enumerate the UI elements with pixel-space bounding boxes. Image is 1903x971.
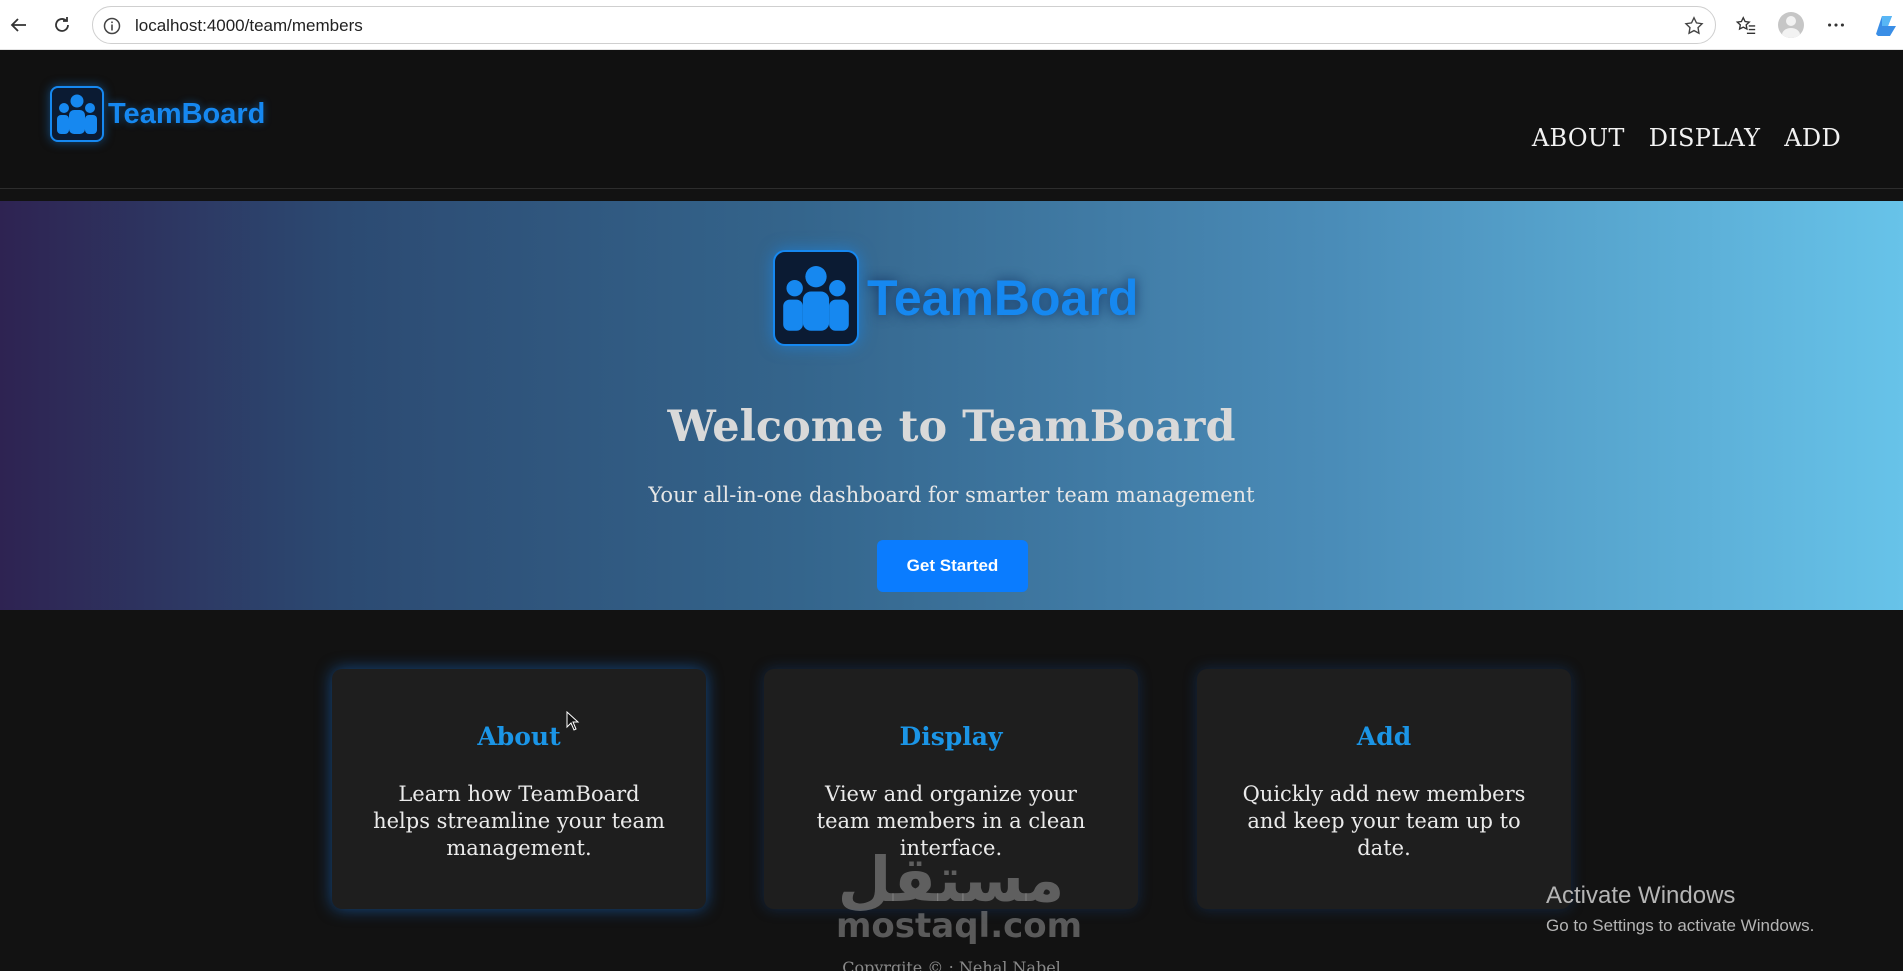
nav-add[interactable]: ADD <box>1784 124 1841 152</box>
hero-team-people-icon <box>783 266 849 331</box>
favorites-button[interactable] <box>1733 12 1759 38</box>
favorites-list-icon <box>1735 16 1756 34</box>
watermark-arabic: مستقل <box>837 843 1065 916</box>
reload-icon <box>55 17 69 32</box>
nav-about[interactable]: ABOUT <box>1532 124 1625 152</box>
card-title: Add <box>1356 722 1412 751</box>
footer-copyright: Copyrgite © : Nehal Nabel <box>842 958 1061 971</box>
header-logo-text: TeamBoard <box>108 97 266 130</box>
more-dots-icon <box>1828 23 1844 27</box>
hero-subtitle: Your all-in-one dashboard for smarter te… <box>648 483 1255 507</box>
get-started-button[interactable]: Get Started <box>877 540 1028 592</box>
mouse-cursor-icon <box>566 711 580 731</box>
team-people-icon <box>57 94 97 134</box>
browser-toolbar: localhost:4000/team/members <box>0 0 1903 50</box>
profile-avatar[interactable] <box>1778 12 1804 38</box>
nav-display[interactable]: DISPLAY <box>1649 124 1761 152</box>
site-header: TeamBoard ABOUT DISPLAY ADD <box>0 50 1903 189</box>
card-text: Quickly add new members and keep your te… <box>1242 782 1526 860</box>
copilot-icon[interactable] <box>1870 10 1900 40</box>
activate-title: Activate Windows <box>1546 882 1736 909</box>
hero-title: Welcome to TeamBoard <box>667 402 1236 452</box>
main-nav: ABOUT DISPLAY ADD <box>1532 124 1841 152</box>
hero-team-logo-icon <box>773 250 859 346</box>
back-button[interactable] <box>6 12 32 38</box>
feature-card-about[interactable]: About Learn how TeamBoard helps streamli… <box>332 669 706 909</box>
feature-card-add[interactable]: Add Quickly add new members and keep you… <box>1197 669 1571 909</box>
more-menu-button[interactable] <box>1823 12 1849 38</box>
site-info-icon[interactable] <box>102 16 122 36</box>
activate-windows-notice: Activate Windows Go to Settings to activ… <box>1546 882 1814 936</box>
card-title: Display <box>899 722 1003 751</box>
team-logo-icon <box>50 86 104 142</box>
back-arrow-icon <box>10 18 26 32</box>
header-logo[interactable]: TeamBoard <box>50 86 265 142</box>
hero-logo-text: TeamBoard <box>867 270 1139 326</box>
hero-logo: TeamBoard <box>773 250 1138 346</box>
card-title: About <box>477 722 561 751</box>
card-text: Learn how TeamBoard helps streamline you… <box>373 782 665 860</box>
reload-button[interactable] <box>49 12 75 38</box>
activate-subtitle: Go to Settings to activate Windows. <box>1546 916 1815 935</box>
url-text: localhost:4000/team/members <box>135 16 363 35</box>
hero-section: TeamBoard Welcome to TeamBoard Your all-… <box>0 201 1903 610</box>
favorite-star-icon[interactable] <box>1683 15 1705 37</box>
address-bar[interactable]: localhost:4000/team/members <box>92 6 1716 44</box>
mostaql-watermark: مستقل mostaql.com <box>836 843 1083 946</box>
watermark-latin: mostaql.com <box>836 906 1083 946</box>
